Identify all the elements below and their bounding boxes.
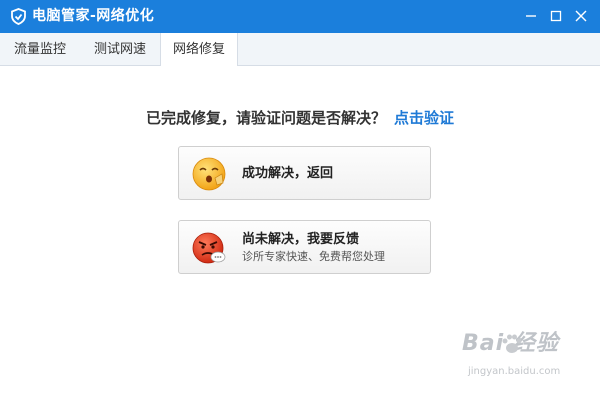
paw-icon [500, 332, 524, 356]
tab-traffic-monitor[interactable]: 流量监控 [0, 33, 80, 66]
tab-bar: 流量监控 测试网速 网络修复 [0, 33, 600, 67]
resolved-return-button[interactable]: 成功解决，返回 [178, 146, 431, 200]
window-title: 电脑管家-网络优化 [32, 8, 155, 24]
minimize-icon[interactable] [520, 6, 542, 26]
repair-complete-prompt: 已完成修复，请验证问题是否解决？ 点击验证 [0, 108, 600, 128]
watermark-url: jingyan.baidu.com [468, 366, 561, 377]
tab-network-repair[interactable]: 网络修复 [160, 33, 238, 67]
feedback-label: 尚未解决，我要反馈 [242, 232, 360, 247]
baidu-watermark: Bai 经验 jingyan.baidu.com [462, 330, 597, 385]
feedback-sublabel: 诊所专家快速、免费帮您处理 [242, 250, 385, 263]
tab-speed-test[interactable]: 测试网速 [80, 33, 160, 66]
shield-logo-icon [10, 8, 27, 25]
prompt-text: 已完成修复，请验证问题是否解决？ [145, 109, 386, 127]
close-icon[interactable] [570, 6, 592, 26]
happy-face-icon [191, 156, 227, 192]
maximize-icon[interactable] [545, 6, 567, 26]
verify-link[interactable]: 点击验证 [394, 109, 454, 127]
feedback-button[interactable]: 尚未解决，我要反馈 诊所专家快速、免费帮您处理 [178, 220, 431, 274]
resolved-label: 成功解决，返回 [242, 166, 334, 181]
title-bar: 电脑管家-网络优化 [0, 0, 600, 33]
angry-face-icon [191, 230, 227, 266]
